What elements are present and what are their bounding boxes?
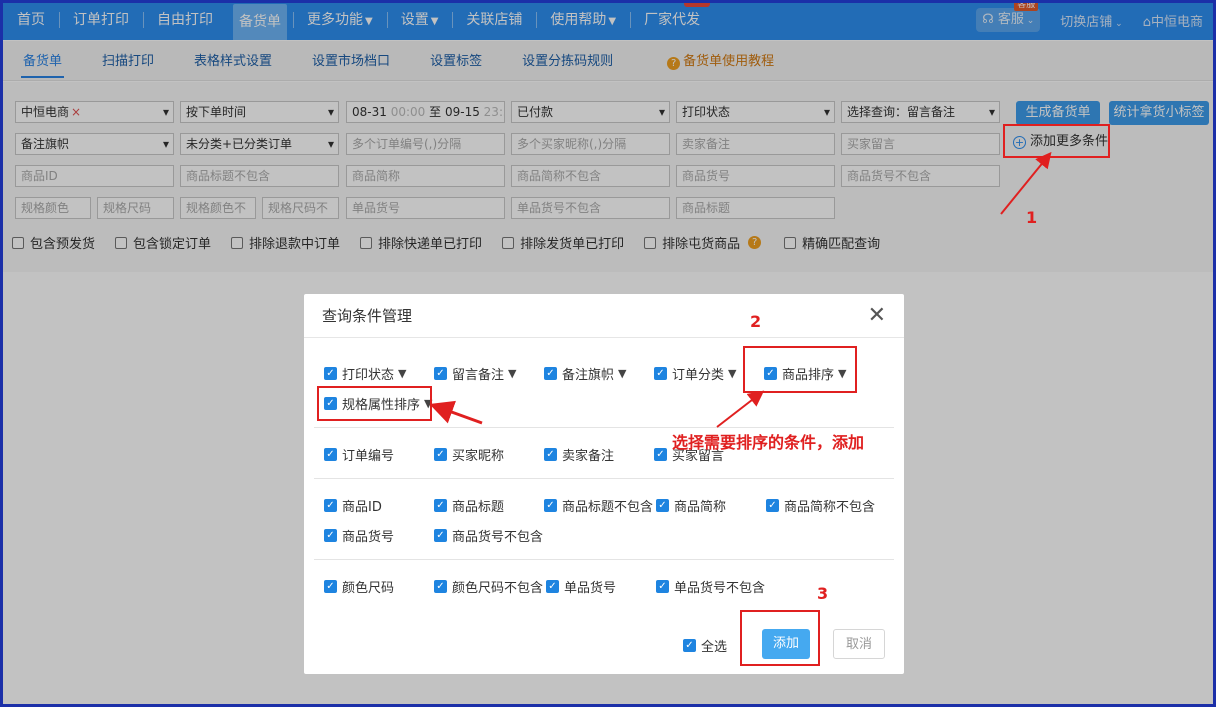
cond-label: 商品简称不包含 [784,500,876,515]
caret-down-icon[interactable]: ▼ [508,367,516,380]
select-all-checkbox[interactable]: ✓ 全选 [683,636,727,655]
annotation-note: 选择需要排序的条件，添加 [672,433,865,452]
cond-label: 商品货号不包含 [452,530,544,545]
cond-label: 单品货号 [564,581,617,596]
checkmark-icon: ✓ [544,499,557,512]
checkmark-icon: ✓ [766,499,779,512]
close-icon[interactable]: ✕ [868,304,886,327]
checkmark-icon: ✓ [656,499,669,512]
caret-down-icon[interactable]: ▼ [728,367,736,380]
cond-label: 订单编号 [342,449,395,464]
step-number-2: 2 [750,312,762,331]
cond-color-size[interactable]: ✓ 颜色尺码 [324,577,394,596]
caret-down-icon[interactable]: ▼ [618,367,626,380]
section-product [314,479,894,560]
cond-order-category[interactable]: ✓ 订单分类 ▼ [654,364,736,383]
highlight-product-sort [743,346,857,393]
cond-sku-no-exclude[interactable]: ✓ 单品货号不包含 [656,577,765,596]
cond-short-name[interactable]: ✓ 商品简称 [656,496,726,515]
cond-label: 单品货号不包含 [674,581,766,596]
cond-label: 颜色尺码 [342,581,395,596]
checkmark-icon: ✓ [434,499,447,512]
step-number-1: 1 [1026,208,1038,227]
cond-note-flag[interactable]: ✓ 备注旗帜 ▼ [544,364,626,383]
step-number-3: 3 [817,584,829,603]
cond-label: 商品货号 [342,530,395,545]
cond-label: 颜色尺码不包含 [452,581,544,596]
checkmark-icon: ✓ [324,580,337,593]
highlight-spec-sort [317,386,432,421]
checkmark-icon: ✓ [434,529,447,542]
cond-label: 商品ID [342,500,382,515]
cond-message-note[interactable]: ✓ 留言备注 ▼ [434,364,516,383]
cond-product-title[interactable]: ✓ 商品标题 [434,496,504,515]
cond-label: 备注旗帜 [562,368,615,383]
cond-color-size-exclude[interactable]: ✓ 颜色尺码不包含 [434,577,543,596]
checkmark-icon: ✓ [544,448,557,461]
cancel-button[interactable]: 取消 [833,629,885,659]
cond-label: 商品标题不包含 [562,500,654,515]
checkmark-icon: ✓ [324,448,337,461]
checkmark-icon: ✓ [544,367,557,380]
cond-sku-no[interactable]: ✓ 单品货号 [546,577,616,596]
cond-print-status[interactable]: ✓ 打印状态 ▼ [324,364,406,383]
checkmark-icon: ✓ [546,580,559,593]
caret-down-icon[interactable]: ▼ [398,367,406,380]
checkmark-icon: ✓ [683,639,696,652]
highlight-add-more [1003,124,1110,158]
highlight-add-button [740,610,820,666]
checkmark-icon: ✓ [324,499,337,512]
dialog-title: 查询条件管理 [322,307,413,325]
checkmark-icon: ✓ [434,448,447,461]
select-all-label: 全选 [701,640,728,655]
dialog-header: 查询条件管理 ✕ [304,294,904,338]
checkmark-icon: ✓ [434,580,447,593]
cond-label: 商品标题 [452,500,505,515]
cond-order-no[interactable]: ✓ 订单编号 [324,445,394,464]
cond-label: 留言备注 [452,368,505,383]
cond-label: 订单分类 [672,368,725,383]
cond-title-exclude[interactable]: ✓ 商品标题不包含 [544,496,653,515]
cond-buyer-nick[interactable]: ✓ 买家昵称 [434,445,504,464]
checkmark-icon: ✓ [324,367,337,380]
cond-seller-note[interactable]: ✓ 卖家备注 [544,445,614,464]
cond-label: 商品简称 [674,500,727,515]
checkmark-icon: ✓ [434,367,447,380]
cond-label: 买家昵称 [452,449,505,464]
cond-label: 卖家备注 [562,449,615,464]
checkmark-icon: ✓ [654,448,667,461]
checkmark-icon: ✓ [324,529,337,542]
cond-product-id[interactable]: ✓ 商品ID [324,496,382,515]
cond-item-no[interactable]: ✓ 商品货号 [324,526,394,545]
checkmark-icon: ✓ [656,580,669,593]
cond-item-no-exclude[interactable]: ✓ 商品货号不包含 [434,526,543,545]
cond-label: 打印状态 [342,368,395,383]
checkmark-icon: ✓ [654,367,667,380]
cond-short-name-exclude[interactable]: ✓ 商品简称不包含 [766,496,875,515]
